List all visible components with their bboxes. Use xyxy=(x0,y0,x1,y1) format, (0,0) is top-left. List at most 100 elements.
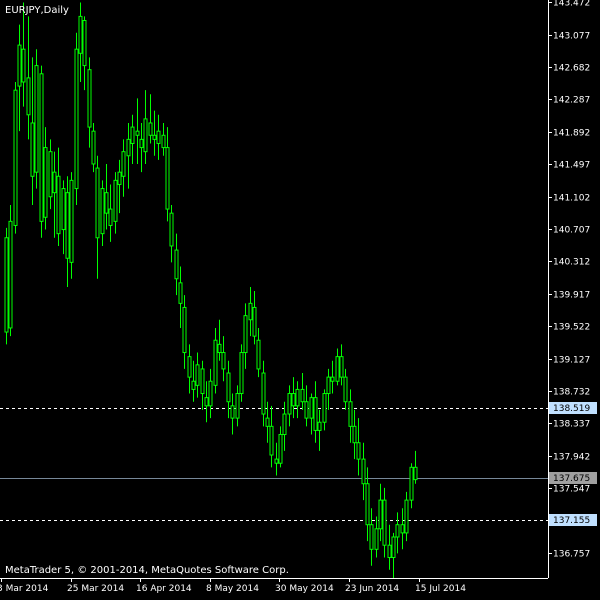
candle-body xyxy=(387,544,392,559)
level-badge-label: 137.155 xyxy=(553,516,590,526)
candle-body xyxy=(322,393,327,423)
candle xyxy=(313,381,318,443)
candle xyxy=(335,348,340,386)
level-lines xyxy=(0,408,548,521)
candle-body xyxy=(239,352,244,395)
candle-body xyxy=(113,179,118,222)
price-tick-label: 140.707 xyxy=(553,226,590,236)
candle-body xyxy=(152,134,157,140)
price-tick-label: 137.547 xyxy=(553,485,590,495)
candle xyxy=(148,94,153,144)
candle-body xyxy=(91,130,96,165)
price-chart[interactable]: 143.472 143.077 142.682 142.287 141.892 141.4… xyxy=(0,0,600,600)
candle-body xyxy=(121,151,126,177)
candle-body xyxy=(313,397,318,431)
candle-body xyxy=(291,393,296,407)
candle-body xyxy=(204,397,209,407)
candle-body xyxy=(82,19,87,67)
candle xyxy=(187,344,192,394)
candle xyxy=(30,57,35,205)
time-axis: 3 Mar 2014 25 Mar 2014 16 Apr 2014 8 May 20… xyxy=(0,578,466,594)
time-tick-label: 25 Mar 2014 xyxy=(67,584,124,594)
candle-body xyxy=(269,425,274,456)
time-tick-label: 23 Jun 2014 xyxy=(345,584,399,594)
candle xyxy=(78,2,83,82)
candle xyxy=(226,360,231,419)
candle-body xyxy=(148,122,153,136)
candle-body xyxy=(52,171,57,194)
candle xyxy=(52,151,57,238)
candle-body xyxy=(65,192,70,259)
candle-body xyxy=(61,188,66,231)
candle xyxy=(352,409,357,460)
symbol-timeframe-label: EURJPY,Daily xyxy=(5,5,69,16)
candle xyxy=(361,442,366,501)
candle xyxy=(195,352,200,398)
price-tick-label: 140.312 xyxy=(553,258,590,268)
candle xyxy=(65,176,70,287)
candle-body xyxy=(95,167,100,239)
candle xyxy=(95,155,100,279)
candle xyxy=(369,508,374,566)
price-tick-label: 138.337 xyxy=(553,420,590,430)
candle xyxy=(252,291,257,345)
candle xyxy=(291,377,296,419)
candle xyxy=(309,393,314,435)
price-tick-label: 138.732 xyxy=(553,388,590,398)
candle-body xyxy=(200,368,205,395)
price-tick-label: 141.102 xyxy=(553,194,590,204)
candle-body xyxy=(352,425,357,444)
candle xyxy=(343,368,348,410)
candle-body xyxy=(282,413,287,436)
candle-body xyxy=(4,237,9,333)
candle-body xyxy=(74,48,79,190)
current-price-badge-label: 137.675 xyxy=(553,474,590,484)
candle-body xyxy=(30,122,35,177)
candle xyxy=(356,418,361,476)
candle-body xyxy=(39,73,44,222)
candle xyxy=(113,172,118,234)
candle xyxy=(48,139,53,210)
candle xyxy=(91,122,96,173)
candle xyxy=(391,532,396,578)
candle-body xyxy=(343,376,348,403)
candle-body xyxy=(139,138,144,149)
level-badge-label: 138.519 xyxy=(553,404,590,414)
candle xyxy=(152,110,157,156)
candle xyxy=(348,389,353,443)
candle xyxy=(239,344,244,402)
candle-body xyxy=(230,405,235,419)
candle xyxy=(217,319,222,361)
time-tick-label: 8 May 2014 xyxy=(206,584,259,594)
price-tick-label: 136.757 xyxy=(553,550,590,560)
candle xyxy=(387,524,392,570)
candle-body xyxy=(261,372,266,415)
candle-body xyxy=(365,483,370,526)
candle-body xyxy=(165,147,170,210)
candle-body xyxy=(309,397,314,419)
candle-body xyxy=(274,458,279,464)
candle-body xyxy=(317,421,322,431)
candle-body xyxy=(330,376,335,382)
candle xyxy=(243,303,248,369)
candle-body xyxy=(409,466,414,501)
candle-body xyxy=(191,380,196,390)
candle xyxy=(100,180,105,246)
candle xyxy=(61,180,66,255)
candle-body xyxy=(108,208,113,226)
candle xyxy=(4,227,9,345)
candle-body xyxy=(17,44,22,87)
candle-body xyxy=(256,339,261,370)
candle-body xyxy=(135,130,140,136)
candle xyxy=(213,327,218,394)
candle-body xyxy=(34,65,39,173)
candle-body xyxy=(26,77,31,116)
candle-body xyxy=(56,175,61,235)
candle-body xyxy=(248,302,253,321)
candle xyxy=(304,385,309,427)
candle xyxy=(200,360,205,410)
candle xyxy=(130,114,135,164)
price-tick-label: 143.472 xyxy=(553,0,590,9)
price-tick-label: 142.287 xyxy=(553,96,590,106)
candle xyxy=(26,16,31,140)
